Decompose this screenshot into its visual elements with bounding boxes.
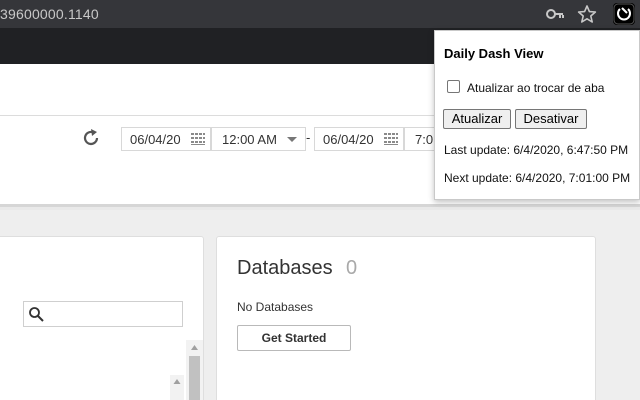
last-update-text: Last update: 6/4/2020, 6:47:50 PM	[444, 143, 629, 157]
range-separator: -	[306, 130, 311, 145]
search-icon	[29, 307, 44, 322]
extension-icon[interactable]	[613, 3, 635, 25]
scroll-up-icon[interactable]	[186, 340, 203, 355]
end-time-value: 7:0	[415, 132, 434, 147]
start-time-select[interactable]: 12:00 AM	[211, 127, 306, 151]
scroll-up-icon[interactable]	[170, 375, 184, 389]
start-date-field[interactable]: 06/04/20	[121, 127, 211, 151]
databases-empty-text: No Databases	[237, 300, 314, 314]
calendar-icon[interactable]	[190, 131, 206, 147]
extension-popup: Daily Dash View Atualizar ao trocar de a…	[434, 30, 640, 200]
start-time-value: 12:00 AM	[222, 132, 277, 147]
auto-refresh-label[interactable]: Atualizar ao trocar de aba	[467, 81, 604, 95]
address-bar: 39600000.1140	[0, 0, 640, 28]
refresh-icon[interactable]	[80, 127, 102, 149]
scrollbar-thumb[interactable]	[189, 356, 200, 400]
refresh-button[interactable]: Atualizar	[443, 109, 511, 129]
auto-refresh-checkbox[interactable]	[447, 80, 460, 93]
key-icon[interactable]	[545, 4, 565, 24]
chevron-down-icon	[287, 137, 297, 142]
disable-button[interactable]: Desativar	[515, 109, 587, 129]
get-started-button[interactable]: Get Started	[237, 325, 351, 351]
search-input[interactable]	[23, 301, 183, 327]
databases-count: 0	[346, 257, 358, 279]
star-icon[interactable]	[577, 4, 597, 24]
end-date-field[interactable]: 06/04/20	[314, 127, 404, 151]
next-update-text: Next update: 6/4/2020, 7:01:00 PM	[444, 171, 631, 185]
start-date-value: 06/04/20	[130, 132, 181, 147]
databases-title: Databases	[237, 257, 333, 279]
popup-title: Daily Dash View	[444, 46, 544, 61]
url-text[interactable]: 39600000.1140	[0, 6, 99, 22]
calendar-icon[interactable]	[383, 131, 399, 147]
end-date-value: 06/04/20	[323, 132, 374, 147]
